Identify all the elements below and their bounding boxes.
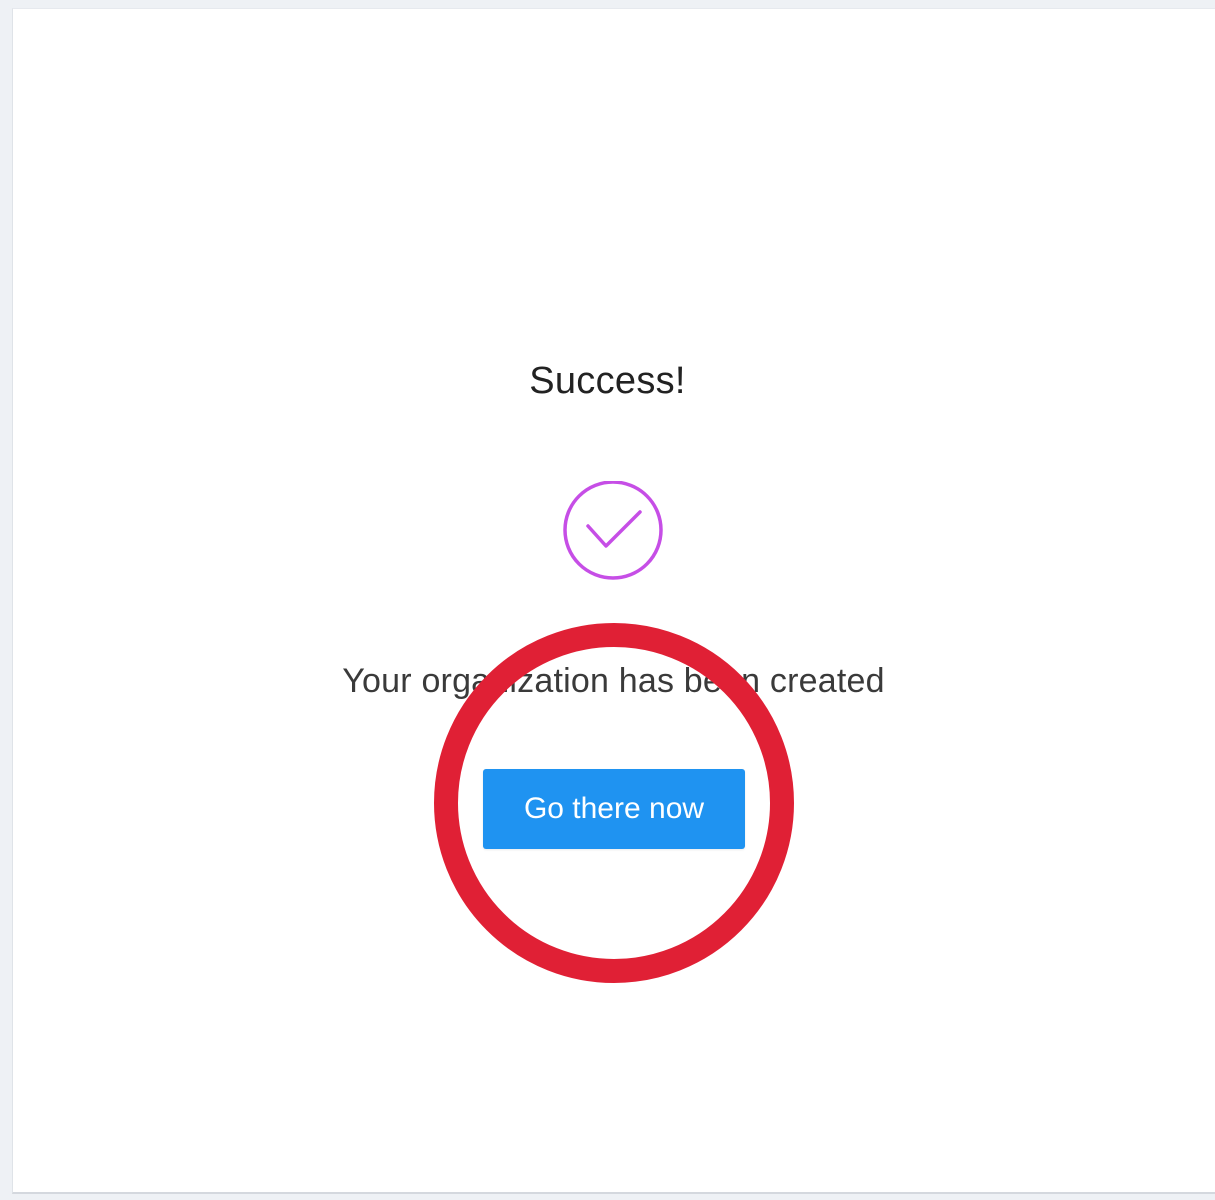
- success-title: Success!: [529, 360, 686, 402]
- success-card: [12, 8, 1215, 1194]
- success-message: Your organization has been created: [342, 662, 885, 700]
- go-there-now-button[interactable]: Go there now: [483, 769, 745, 849]
- check-circle-icon: [561, 480, 665, 581]
